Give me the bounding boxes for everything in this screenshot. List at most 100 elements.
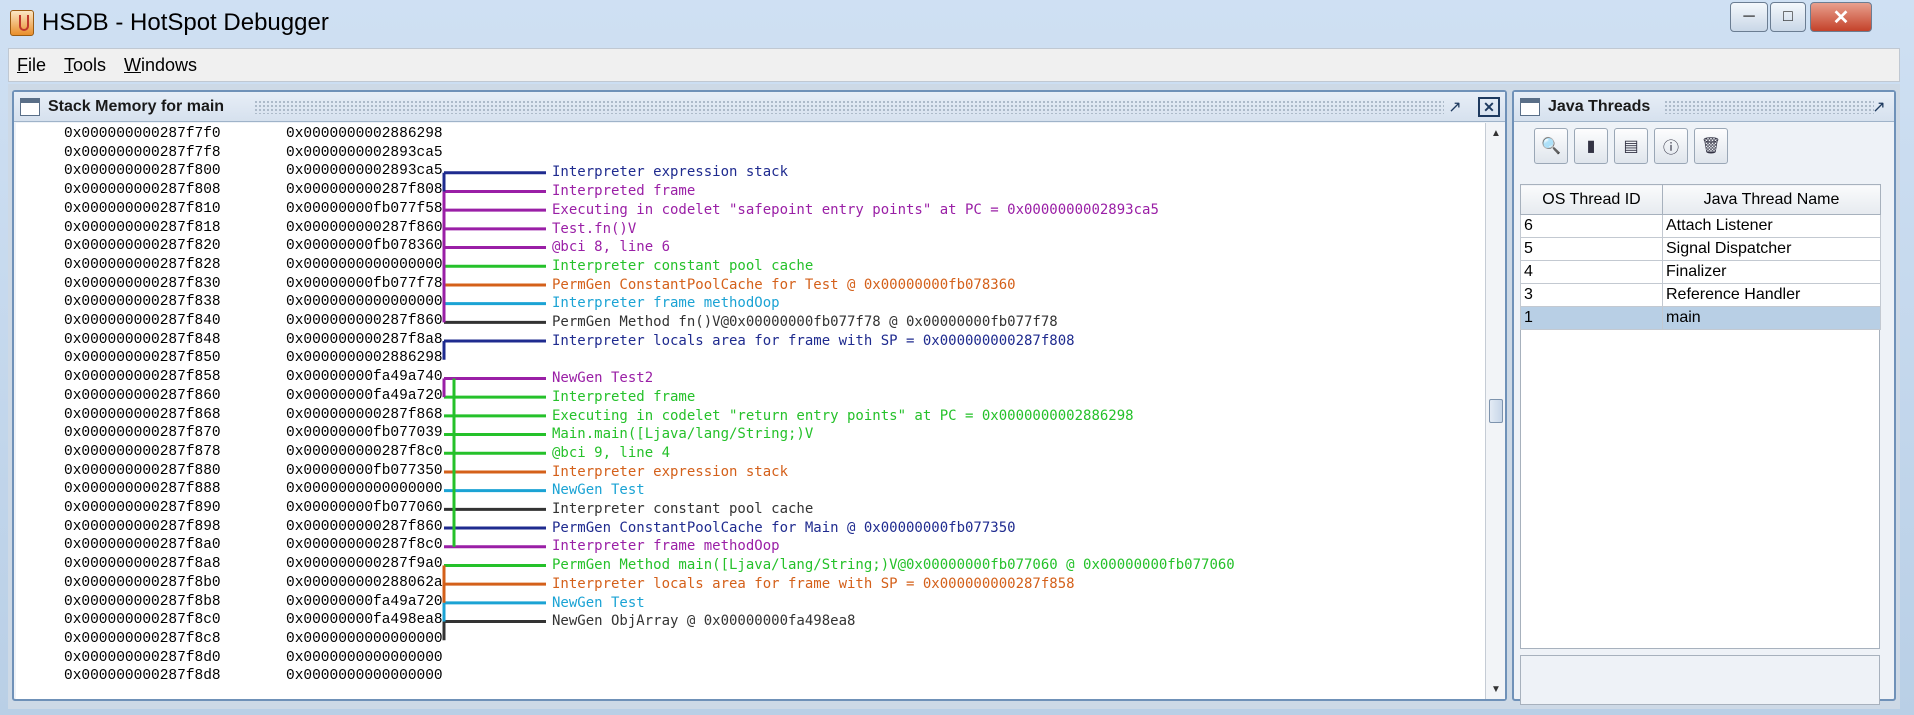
stack-annotation: @bci 8, line 6 (552, 239, 671, 256)
stack-value: 0x00000000fa49a740 (286, 369, 443, 386)
java-threads-titlebar[interactable]: Java Threads ↗ (1514, 92, 1894, 122)
stack-address: 0x000000000287f890 (64, 500, 221, 516)
stack-value: 0x0000000002893ca5 (286, 144, 443, 161)
thread-name: Reference Handler (1662, 283, 1881, 307)
stack-value: 0x000000000287f860 (286, 518, 443, 535)
stack-address: 0x000000000287f878 (64, 443, 221, 460)
stack-address: 0x000000000287f7f0 (64, 126, 221, 142)
thread-row[interactable]: 5 Signal Dispatcher (1520, 237, 1881, 261)
stack-value: 0x000000000287f808 (286, 182, 443, 199)
thread-os-id: 1 (1520, 306, 1663, 330)
minimize-button[interactable]: ─ (1730, 2, 1768, 32)
window-title: HSDB - HotSpot Debugger (42, 9, 329, 36)
show-java-stack-icon[interactable]: ▤ (1614, 128, 1648, 164)
stack-memory-icon[interactable]: ▮ (1574, 128, 1608, 164)
stack-value: 0x000000000287f8a8 (286, 331, 443, 348)
threads-toolbar: 🔍 ▮ ▤ ⓘ 🗑 (1520, 128, 1888, 168)
stack-annotation: PermGen Method main([Ljava/lang/String;)… (552, 557, 1235, 574)
stack-annotation: NewGen ObjArray @ 0x00000000fa498ea8 (552, 613, 856, 630)
stack-address: 0x000000000287f898 (64, 518, 221, 535)
stack-address: 0x000000000287f880 (64, 462, 221, 479)
stack-address: 0x000000000287f820 (64, 238, 221, 255)
stack-value: 0x00000000fb078360 (286, 238, 443, 255)
stack-address: 0x000000000287f8c0 (64, 612, 221, 629)
stack-annotation: PermGen ConstantPoolCache for Main @ 0x0… (552, 519, 1016, 536)
stack-address: 0x000000000287f8d0 (64, 649, 221, 666)
close-button[interactable]: ✕ (1810, 2, 1872, 32)
stack-address: 0x000000000287f7f8 (64, 144, 221, 161)
java-threads-title: Java Threads (1548, 98, 1651, 115)
delete-icon[interactable]: 🗑 (1694, 128, 1728, 164)
stack-annotation: @bci 9, line 4 (552, 444, 671, 461)
stack-value: 0x00000000fa498ea8 (286, 612, 443, 629)
stack-annotation: Interpreter constant pool cache (552, 257, 814, 274)
thread-row[interactable]: 4 Finalizer (1520, 260, 1881, 284)
java-app-icon (10, 10, 34, 36)
stack-value: 0x0000000000000000 (286, 294, 443, 311)
desktop-pane: Stack Memory for main ↗ ✕ 0x000000000287… (8, 84, 1900, 709)
stack-annotation: Interpreted frame (552, 183, 696, 200)
stack-memory-frame: Stack Memory for main ↗ ✕ 0x000000000287… (12, 90, 1507, 701)
stack-address: 0x000000000287f830 (64, 275, 221, 292)
stack-address: 0x000000000287f808 (64, 182, 221, 199)
stack-address: 0x000000000287f838 (64, 294, 221, 311)
scroll-down-icon[interactable]: ▼ (1486, 679, 1506, 699)
stack-address: 0x000000000287f800 (64, 163, 221, 180)
stack-address: 0x000000000287f8a0 (64, 537, 221, 554)
stack-address: 0x000000000287f860 (64, 387, 221, 404)
stack-annotation: Executing in codelet "return entry point… (552, 407, 1134, 424)
iconify-icon[interactable]: ↗ (1868, 97, 1890, 117)
thread-name: Finalizer (1662, 260, 1881, 284)
stack-annotation: Interpreter locals area for frame with S… (552, 575, 1075, 592)
stack-value: 0x000000000287f9a0 (286, 556, 443, 573)
iconify-icon[interactable]: ↗ (1444, 97, 1466, 117)
stack-value: 0x0000000000000000 (286, 630, 443, 647)
menu-file[interactable]: File (17, 55, 46, 76)
stack-annotation: NewGen Test (552, 482, 645, 499)
threads-table: OS Thread ID Java Thread Name 6 Attach Li… (1520, 184, 1881, 330)
menu-tools[interactable]: Tools (64, 55, 106, 76)
scroll-thumb[interactable] (1489, 399, 1503, 423)
thread-row[interactable]: 3 Reference Handler (1520, 283, 1881, 307)
window-titlebar[interactable]: HSDB - HotSpot Debugger ─ □ ✕ (0, 0, 1914, 46)
stack-vertical-scrollbar[interactable]: ▲ ▼ (1485, 123, 1505, 699)
stack-address: 0x000000000287f8c8 (64, 630, 221, 647)
stack-memory-title: Stack Memory for main (48, 98, 225, 115)
stack-memory-list[interactable]: 0x000000000287f7f0 0x0000000002886298 0x00… (16, 123, 1482, 699)
stack-address: 0x000000000287f8b0 (64, 574, 221, 591)
stack-value: 0x00000000fa49a720 (286, 387, 443, 404)
frame-window-icon (1520, 98, 1540, 116)
stack-annotation: NewGen Test2 (552, 370, 654, 387)
stack-value: 0x0000000000000000 (286, 649, 443, 666)
stack-value: 0x00000000fa49a720 (286, 593, 443, 610)
thread-os-id: 3 (1520, 283, 1663, 307)
stack-address: 0x000000000287f810 (64, 200, 221, 217)
stack-annotation: Interpreter locals area for frame with S… (552, 332, 1075, 349)
thread-name: Attach Listener (1662, 214, 1881, 238)
stack-value: 0x00000000fb077350 (286, 462, 443, 479)
stack-annotation: Executing in codelet "safepoint entry po… (552, 201, 1159, 218)
column-os-thread-id[interactable]: OS Thread ID (1520, 184, 1663, 215)
inspect-thread-icon[interactable]: 🔍 (1534, 128, 1568, 164)
thread-info-icon[interactable]: ⓘ (1654, 128, 1688, 164)
scroll-up-icon[interactable]: ▲ (1486, 123, 1506, 143)
column-java-thread-name[interactable]: Java Thread Name (1662, 184, 1881, 215)
stack-memory-titlebar[interactable]: Stack Memory for main ↗ ✕ (14, 92, 1505, 122)
thread-details-pane (1520, 655, 1880, 705)
thread-name: Signal Dispatcher (1662, 237, 1881, 261)
stack-address: 0x000000000287f870 (64, 425, 221, 442)
stack-address: 0x000000000287f850 (64, 350, 221, 367)
thread-os-id: 4 (1520, 260, 1663, 284)
thread-row[interactable]: 1 main (1520, 306, 1881, 330)
maximize-button[interactable]: □ (1770, 2, 1806, 32)
thread-row[interactable]: 6 Attach Listener (1520, 214, 1881, 238)
menu-windows[interactable]: Windows (124, 55, 197, 76)
stack-address: 0x000000000287f818 (64, 219, 221, 236)
stack-annotation: Main.main([Ljava/lang/String;)V (552, 426, 814, 443)
thread-os-id: 5 (1520, 237, 1663, 261)
stack-value: 0x0000000002886298 (286, 350, 443, 367)
stack-annotation: Interpreter frame methodOop (552, 295, 780, 312)
close-frame-icon[interactable]: ✕ (1478, 97, 1500, 117)
stack-address: 0x000000000287f840 (64, 313, 221, 329)
titlebar-grip (254, 100, 1444, 114)
